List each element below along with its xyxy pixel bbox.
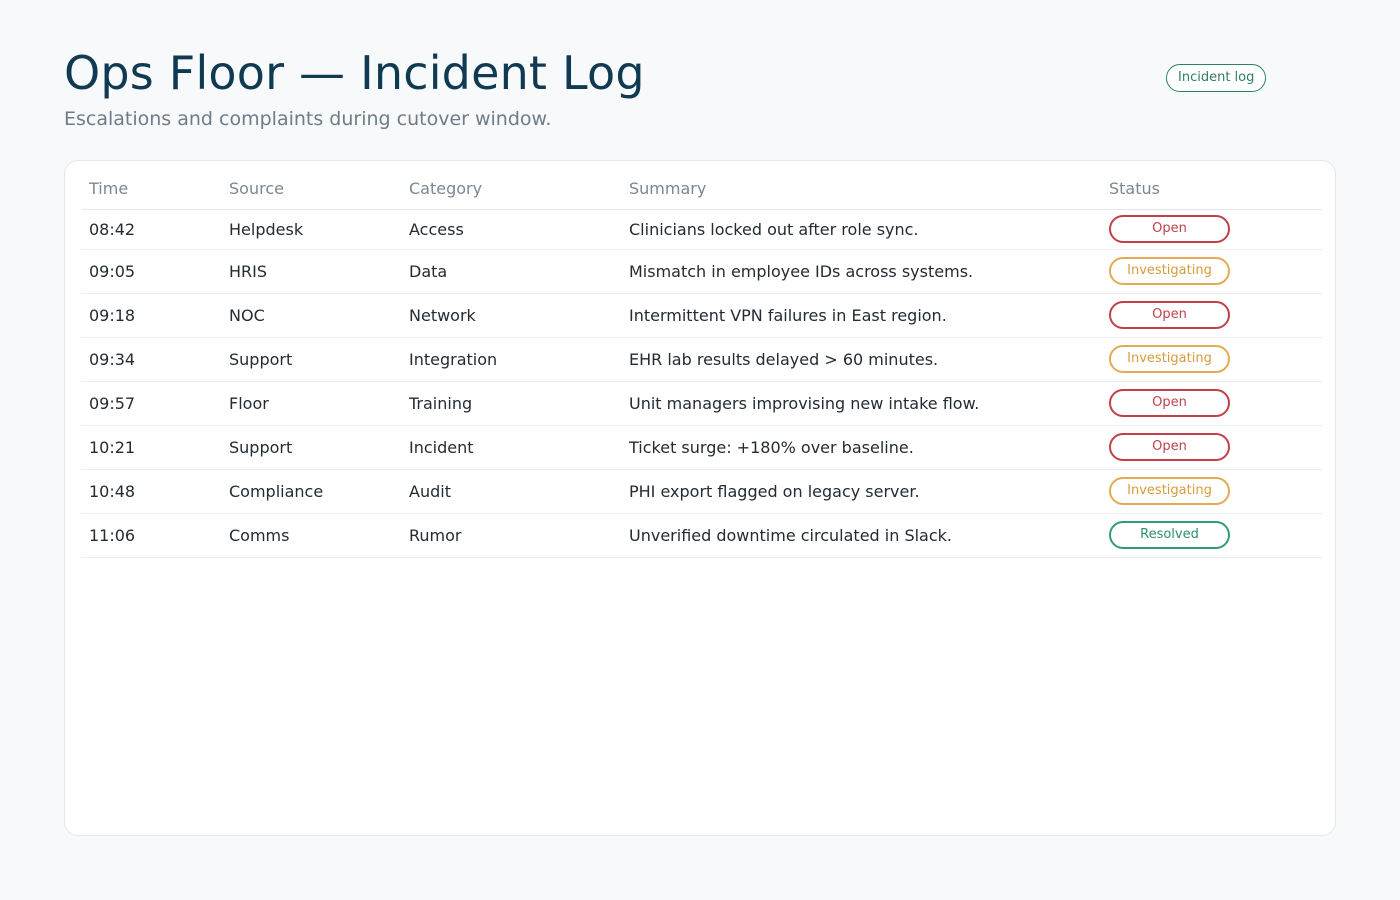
status-badge: Open xyxy=(1109,301,1230,329)
cell-status: Open xyxy=(1101,293,1322,338)
cell-time: 10:21 xyxy=(81,425,221,470)
status-badge: Resolved xyxy=(1109,521,1230,549)
status-badge: Investigating xyxy=(1109,345,1230,373)
cell-category: Data xyxy=(401,249,621,294)
cell-status: Investigating xyxy=(1101,337,1322,382)
table-row[interactable]: 09:18 NOC Network Intermittent VPN failu… xyxy=(81,293,1322,338)
cell-category: Audit xyxy=(401,469,621,514)
table-header-row: Time Source Category Summary Status xyxy=(81,169,1322,210)
cell-summary: PHI export flagged on legacy server. xyxy=(621,469,1101,514)
table-row[interactable]: 11:06 Comms Rumor Unverified downtime ci… xyxy=(81,513,1322,558)
cell-time: 11:06 xyxy=(81,513,221,558)
cell-summary: EHR lab results delayed > 60 minutes. xyxy=(621,337,1101,382)
cell-source: HRIS xyxy=(221,249,401,294)
cell-source: Support xyxy=(221,337,401,382)
cell-summary: Unverified downtime circulated in Slack. xyxy=(621,513,1101,558)
cell-source: NOC xyxy=(221,293,401,338)
column-header-category: Category xyxy=(401,169,621,210)
cell-status: Open xyxy=(1101,381,1322,426)
status-badge: Open xyxy=(1109,389,1230,417)
cell-status: Open xyxy=(1101,425,1322,470)
incident-table: Time Source Category Summary Status 08:4… xyxy=(81,169,1322,558)
cell-source: Compliance xyxy=(221,469,401,514)
cell-summary: Clinicians locked out after role sync. xyxy=(621,209,1101,250)
status-badge: Investigating xyxy=(1109,257,1230,285)
column-header-summary: Summary xyxy=(621,169,1101,210)
cell-source: Support xyxy=(221,425,401,470)
cell-time: 09:34 xyxy=(81,337,221,382)
cell-time: 09:05 xyxy=(81,249,221,294)
page-subtitle: Escalations and complaints during cutove… xyxy=(64,108,552,130)
cell-summary: Intermittent VPN failures in East region… xyxy=(621,293,1101,338)
column-header-status: Status xyxy=(1101,169,1322,210)
cell-status: Open xyxy=(1101,209,1322,250)
page-title: Ops Floor — Incident Log xyxy=(64,46,645,100)
cell-category: Integration xyxy=(401,337,621,382)
cell-status: Investigating xyxy=(1101,249,1322,294)
cell-summary: Mismatch in employee IDs across systems. xyxy=(621,249,1101,294)
cell-category: Rumor xyxy=(401,513,621,558)
incident-table-card: Time Source Category Summary Status 08:4… xyxy=(64,160,1336,836)
cell-category: Incident xyxy=(401,425,621,470)
table-row[interactable]: 09:34 Support Integration EHR lab result… xyxy=(81,337,1322,382)
table-row[interactable]: 08:42 Helpdesk Access Clinicians locked … xyxy=(81,209,1322,250)
cell-status: Investigating xyxy=(1101,469,1322,514)
column-header-time: Time xyxy=(81,169,221,210)
table-row[interactable]: 09:05 HRIS Data Mismatch in employee IDs… xyxy=(81,249,1322,294)
cell-category: Access xyxy=(401,209,621,250)
cell-source: Comms xyxy=(221,513,401,558)
cell-time: 09:18 xyxy=(81,293,221,338)
cell-status: Resolved xyxy=(1101,513,1322,558)
cell-source: Helpdesk xyxy=(221,209,401,250)
table-row[interactable]: 09:57 Floor Training Unit managers impro… xyxy=(81,381,1322,426)
cell-time: 09:57 xyxy=(81,381,221,426)
cell-category: Network xyxy=(401,293,621,338)
status-badge: Open xyxy=(1109,433,1230,461)
cell-time: 08:42 xyxy=(81,209,221,250)
cell-summary: Ticket surge: +180% over baseline. xyxy=(621,425,1101,470)
cell-source: Floor xyxy=(221,381,401,426)
cell-summary: Unit managers improvising new intake flo… xyxy=(621,381,1101,426)
column-header-source: Source xyxy=(221,169,401,210)
table-row[interactable]: 10:21 Support Incident Ticket surge: +18… xyxy=(81,425,1322,470)
table-row[interactable]: 10:48 Compliance Audit PHI export flagge… xyxy=(81,469,1322,514)
page: Ops Floor — Incident Log Escalations and… xyxy=(0,0,1400,900)
cell-category: Training xyxy=(401,381,621,426)
status-badge: Investigating xyxy=(1109,477,1230,505)
status-badge: Open xyxy=(1109,215,1230,243)
incident-log-badge: Incident log xyxy=(1166,64,1267,92)
cell-time: 10:48 xyxy=(81,469,221,514)
